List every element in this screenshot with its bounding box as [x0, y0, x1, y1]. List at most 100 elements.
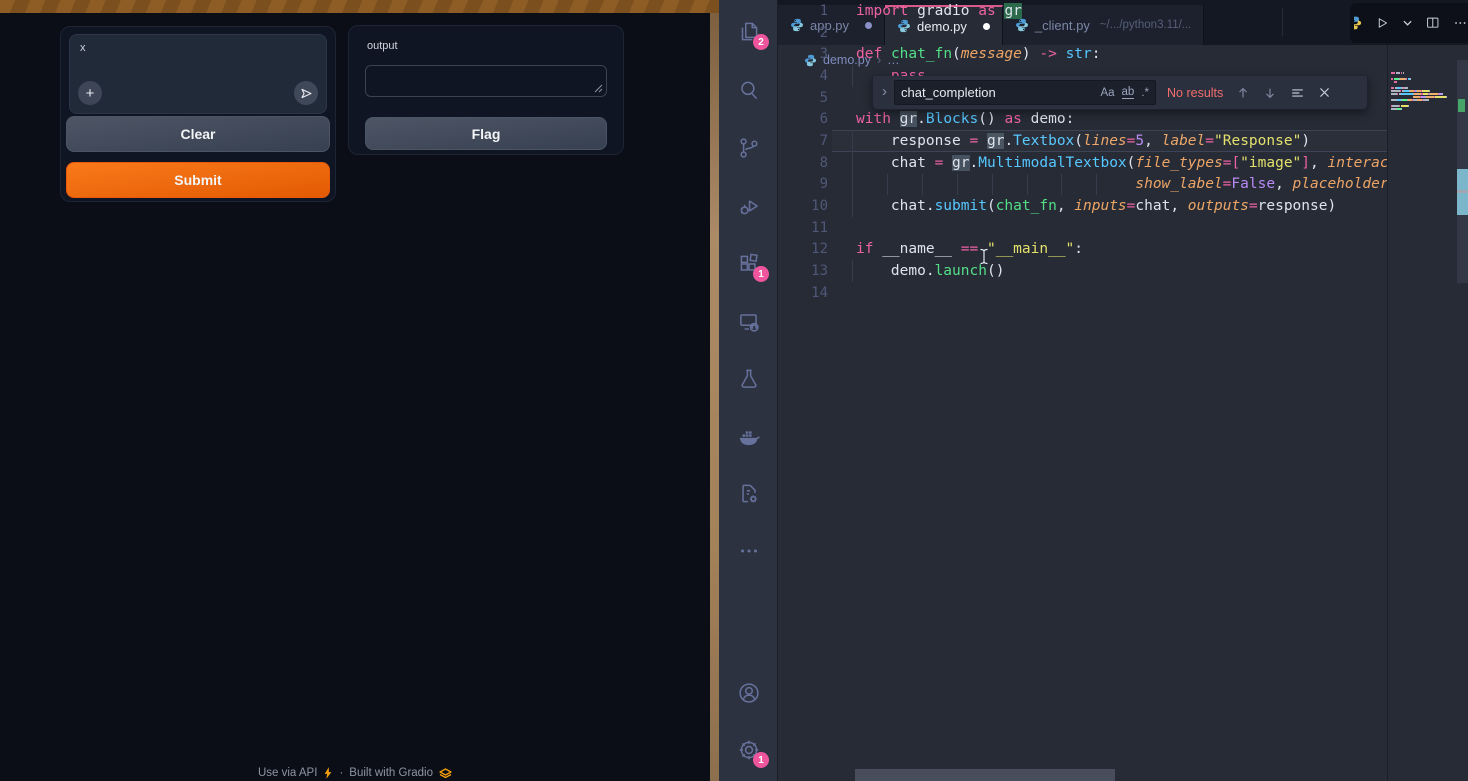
code-text: if __name__ == "__main__":: [856, 241, 1083, 257]
indent-guide: [1096, 174, 1097, 196]
activity-bar: 2 1 1: [719, 0, 778, 781]
split-editor-button[interactable]: [1425, 15, 1441, 31]
minimap-line: [1391, 87, 1457, 89]
indent-guide: [852, 65, 853, 87]
code-line-3[interactable]: 3 def chat_fn(message) -> str:: [778, 43, 1387, 65]
find-results-label: No results: [1167, 86, 1223, 100]
submit-button[interactable]: Submit: [66, 162, 330, 198]
minimap-line: [1391, 93, 1457, 95]
code-text: chat.submit(chat_fn, inputs=chat, output…: [856, 198, 1336, 214]
built-with-gradio-link[interactable]: Built with Gradio: [349, 767, 433, 779]
minimap-line: [1391, 84, 1457, 86]
code-editor[interactable]: 1import gradio as gr 2 3 def chat_fn(messag…: [778, 0, 1387, 304]
regex-toggle[interactable]: .*: [1141, 87, 1149, 99]
previous-match-button[interactable]: [1236, 86, 1250, 100]
clear-button[interactable]: Clear: [66, 116, 330, 152]
horizontal-scrollbar[interactable]: [855, 769, 1115, 781]
code-line-10[interactable]: 10 chat.submit(chat_fn, inputs=chat, out…: [778, 195, 1387, 217]
line-number: 6: [778, 111, 828, 127]
sidebar-item-remote-explorer[interactable]: [736, 309, 762, 335]
line-number: 4: [778, 68, 828, 84]
indent-guide: [852, 174, 853, 196]
code-text: response = gr.Textbox(lines=5, label="Re…: [856, 133, 1310, 149]
whole-word-toggle[interactable]: ab: [1122, 86, 1135, 99]
gradio-app-pane: x + Clear Submit output Flag Use via API…: [0, 0, 710, 781]
code-line-7[interactable]: 7 response = gr.Textbox(lines=5, label="…: [778, 130, 1387, 152]
sidebar-item-extensions[interactable]: 1: [736, 251, 762, 277]
minimap-line: [1391, 72, 1457, 74]
code-line-13[interactable]: 13 demo.launch(): [778, 260, 1387, 282]
next-match-button[interactable]: [1263, 86, 1277, 100]
remote-explorer-icon: [736, 309, 762, 335]
line-number: 10: [778, 198, 828, 214]
sidebar-item-testing[interactable]: [736, 366, 762, 392]
sidebar-item-settings[interactable]: 1: [736, 737, 762, 763]
indent-guide: [922, 174, 923, 196]
code-line-11[interactable]: 11: [778, 217, 1387, 239]
minimap-line: [1391, 96, 1457, 98]
resize-handle-icon[interactable]: [594, 84, 603, 93]
sidebar-item-more-views[interactable]: [736, 538, 762, 564]
flag-button[interactable]: Flag: [365, 117, 607, 150]
sidebar-item-account[interactable]: [736, 680, 762, 706]
multimodal-textbox[interactable]: x +: [69, 34, 327, 114]
output-textarea[interactable]: [365, 65, 607, 97]
code-text: def chat_fn(message) -> str:: [856, 46, 1101, 62]
extensions-badge: 1: [753, 266, 769, 282]
code-line-12[interactable]: 12if __name__ == "__main__":: [778, 239, 1387, 261]
use-via-api-link[interactable]: Use via API: [258, 767, 317, 779]
indent-guide: [957, 174, 958, 196]
sidebar-item-docker[interactable]: [736, 424, 762, 450]
sidebar-item-run-debug[interactable]: [736, 193, 762, 219]
line-number: 2: [778, 25, 828, 41]
window-divider[interactable]: [710, 0, 719, 781]
editor-group: app.py demo.py _client.py ~/.../python3.…: [778, 0, 1468, 781]
sidebar-item-task-file[interactable]: [736, 481, 762, 507]
footer-separator: ·: [339, 767, 343, 779]
debug-icon: [736, 193, 762, 219]
run-dropdown-chevron[interactable]: [1403, 20, 1412, 27]
line-number: 11: [778, 220, 828, 236]
find-query-text[interactable]: chat_completion: [901, 85, 1093, 100]
minimap-line: [1391, 105, 1457, 107]
line-number: 7: [778, 133, 828, 149]
code-line-2[interactable]: 2: [778, 22, 1387, 44]
close-find-button[interactable]: [1318, 86, 1331, 99]
code-text: chat = gr.MultimodalTextbox(file_types=[…: [856, 155, 1387, 171]
sidebar-item-search[interactable]: [736, 77, 762, 103]
more-actions-button[interactable]: [1453, 15, 1468, 31]
minimap-line: [1391, 108, 1457, 110]
input-label: x: [80, 42, 86, 54]
code-line-14[interactable]: 14: [778, 282, 1387, 304]
gradio-logo-icon: [439, 768, 452, 779]
send-button[interactable]: [294, 81, 318, 105]
paper-plane-icon: [300, 87, 313, 100]
search-icon: [736, 77, 762, 103]
sidebar-item-source-control[interactable]: [736, 135, 762, 161]
line-number: 1: [778, 3, 828, 19]
code-line-1[interactable]: 1import gradio as gr: [778, 0, 1387, 22]
minimap-line: [1391, 81, 1457, 83]
beaker-icon: [736, 366, 762, 392]
code-line-8[interactable]: 8 chat = gr.MultimodalTextbox(file_types…: [778, 152, 1387, 174]
line-number: 9: [778, 176, 828, 192]
indent-guide: [852, 152, 853, 174]
code-line-6[interactable]: 6with gr.Blocks() as demo:: [778, 108, 1387, 130]
attach-file-button[interactable]: +: [78, 81, 102, 105]
line-number: 3: [778, 46, 828, 62]
indent-guide: [852, 130, 853, 152]
line-number: 5: [778, 90, 828, 106]
output-label: output: [367, 40, 398, 52]
code-line-9[interactable]: 9 show_label=False, placeholder="Ask a q…: [778, 174, 1387, 196]
settings-badge: 1: [753, 752, 769, 768]
lightning-icon: [323, 767, 333, 779]
file-gear-icon: [736, 481, 762, 507]
toggle-replace-chevron[interactable]: ›: [882, 83, 887, 100]
minimap-border: [1387, 45, 1388, 781]
indent-guide: [1061, 174, 1062, 196]
find-in-selection-button[interactable]: [1290, 86, 1305, 100]
minimap[interactable]: [1391, 72, 1457, 114]
find-input[interactable]: chat_completion Aa ab .*: [894, 80, 1156, 105]
match-case-toggle[interactable]: Aa: [1100, 87, 1114, 99]
sidebar-item-explorer[interactable]: 2: [736, 19, 762, 45]
